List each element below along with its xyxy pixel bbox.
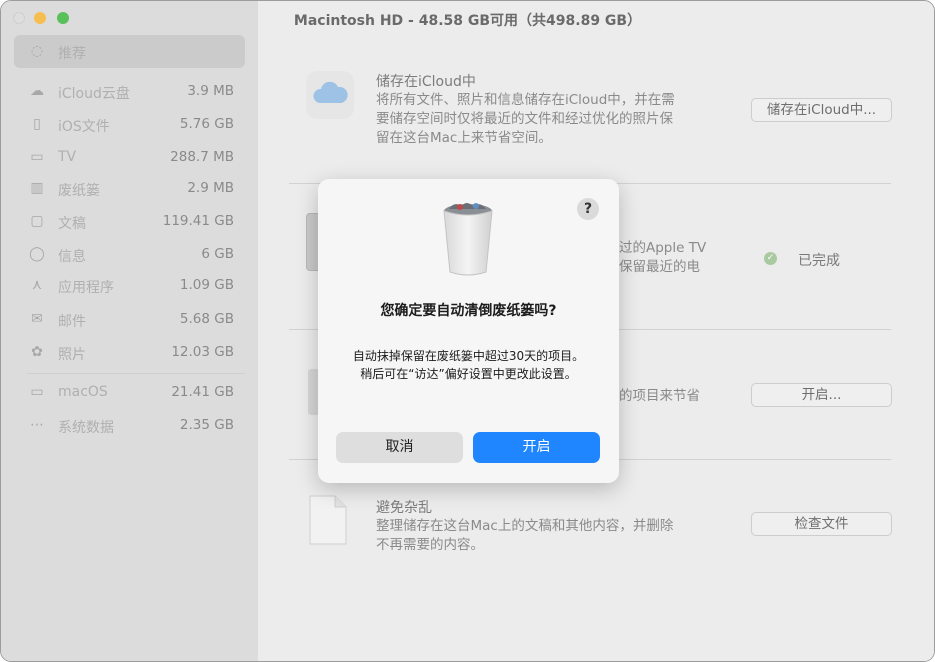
empty-trash-dialog: ? 您确定要自动清倒废纸篓吗? 自动抹掉保留在废纸篓中超过30天的项目。 稍后可…	[318, 179, 619, 483]
modal-overlay: ? 您确定要自动清倒废纸篓吗? 自动抹掉保留在废纸篓中超过30天的项目。 稍后可…	[0, 0, 935, 662]
dialog-message: 自动抹掉保留在废纸篓中超过30天的项目。 稍后可在“访达”偏好设置中更改此设置。	[328, 347, 609, 383]
turn-on-button[interactable]: 开启	[473, 432, 600, 463]
trash-full-icon	[440, 198, 496, 278]
dialog-message-line-1: 自动抹掉保留在废纸篓中超过30天的项目。	[352, 349, 585, 363]
dialog-message-line-2: 稍后可在“访达”偏好设置中更改此设置。	[360, 367, 577, 381]
help-button[interactable]: ?	[577, 198, 599, 220]
cancel-button[interactable]: 取消	[336, 432, 463, 463]
dialog-title: 您确定要自动清倒废纸篓吗?	[380, 303, 557, 319]
